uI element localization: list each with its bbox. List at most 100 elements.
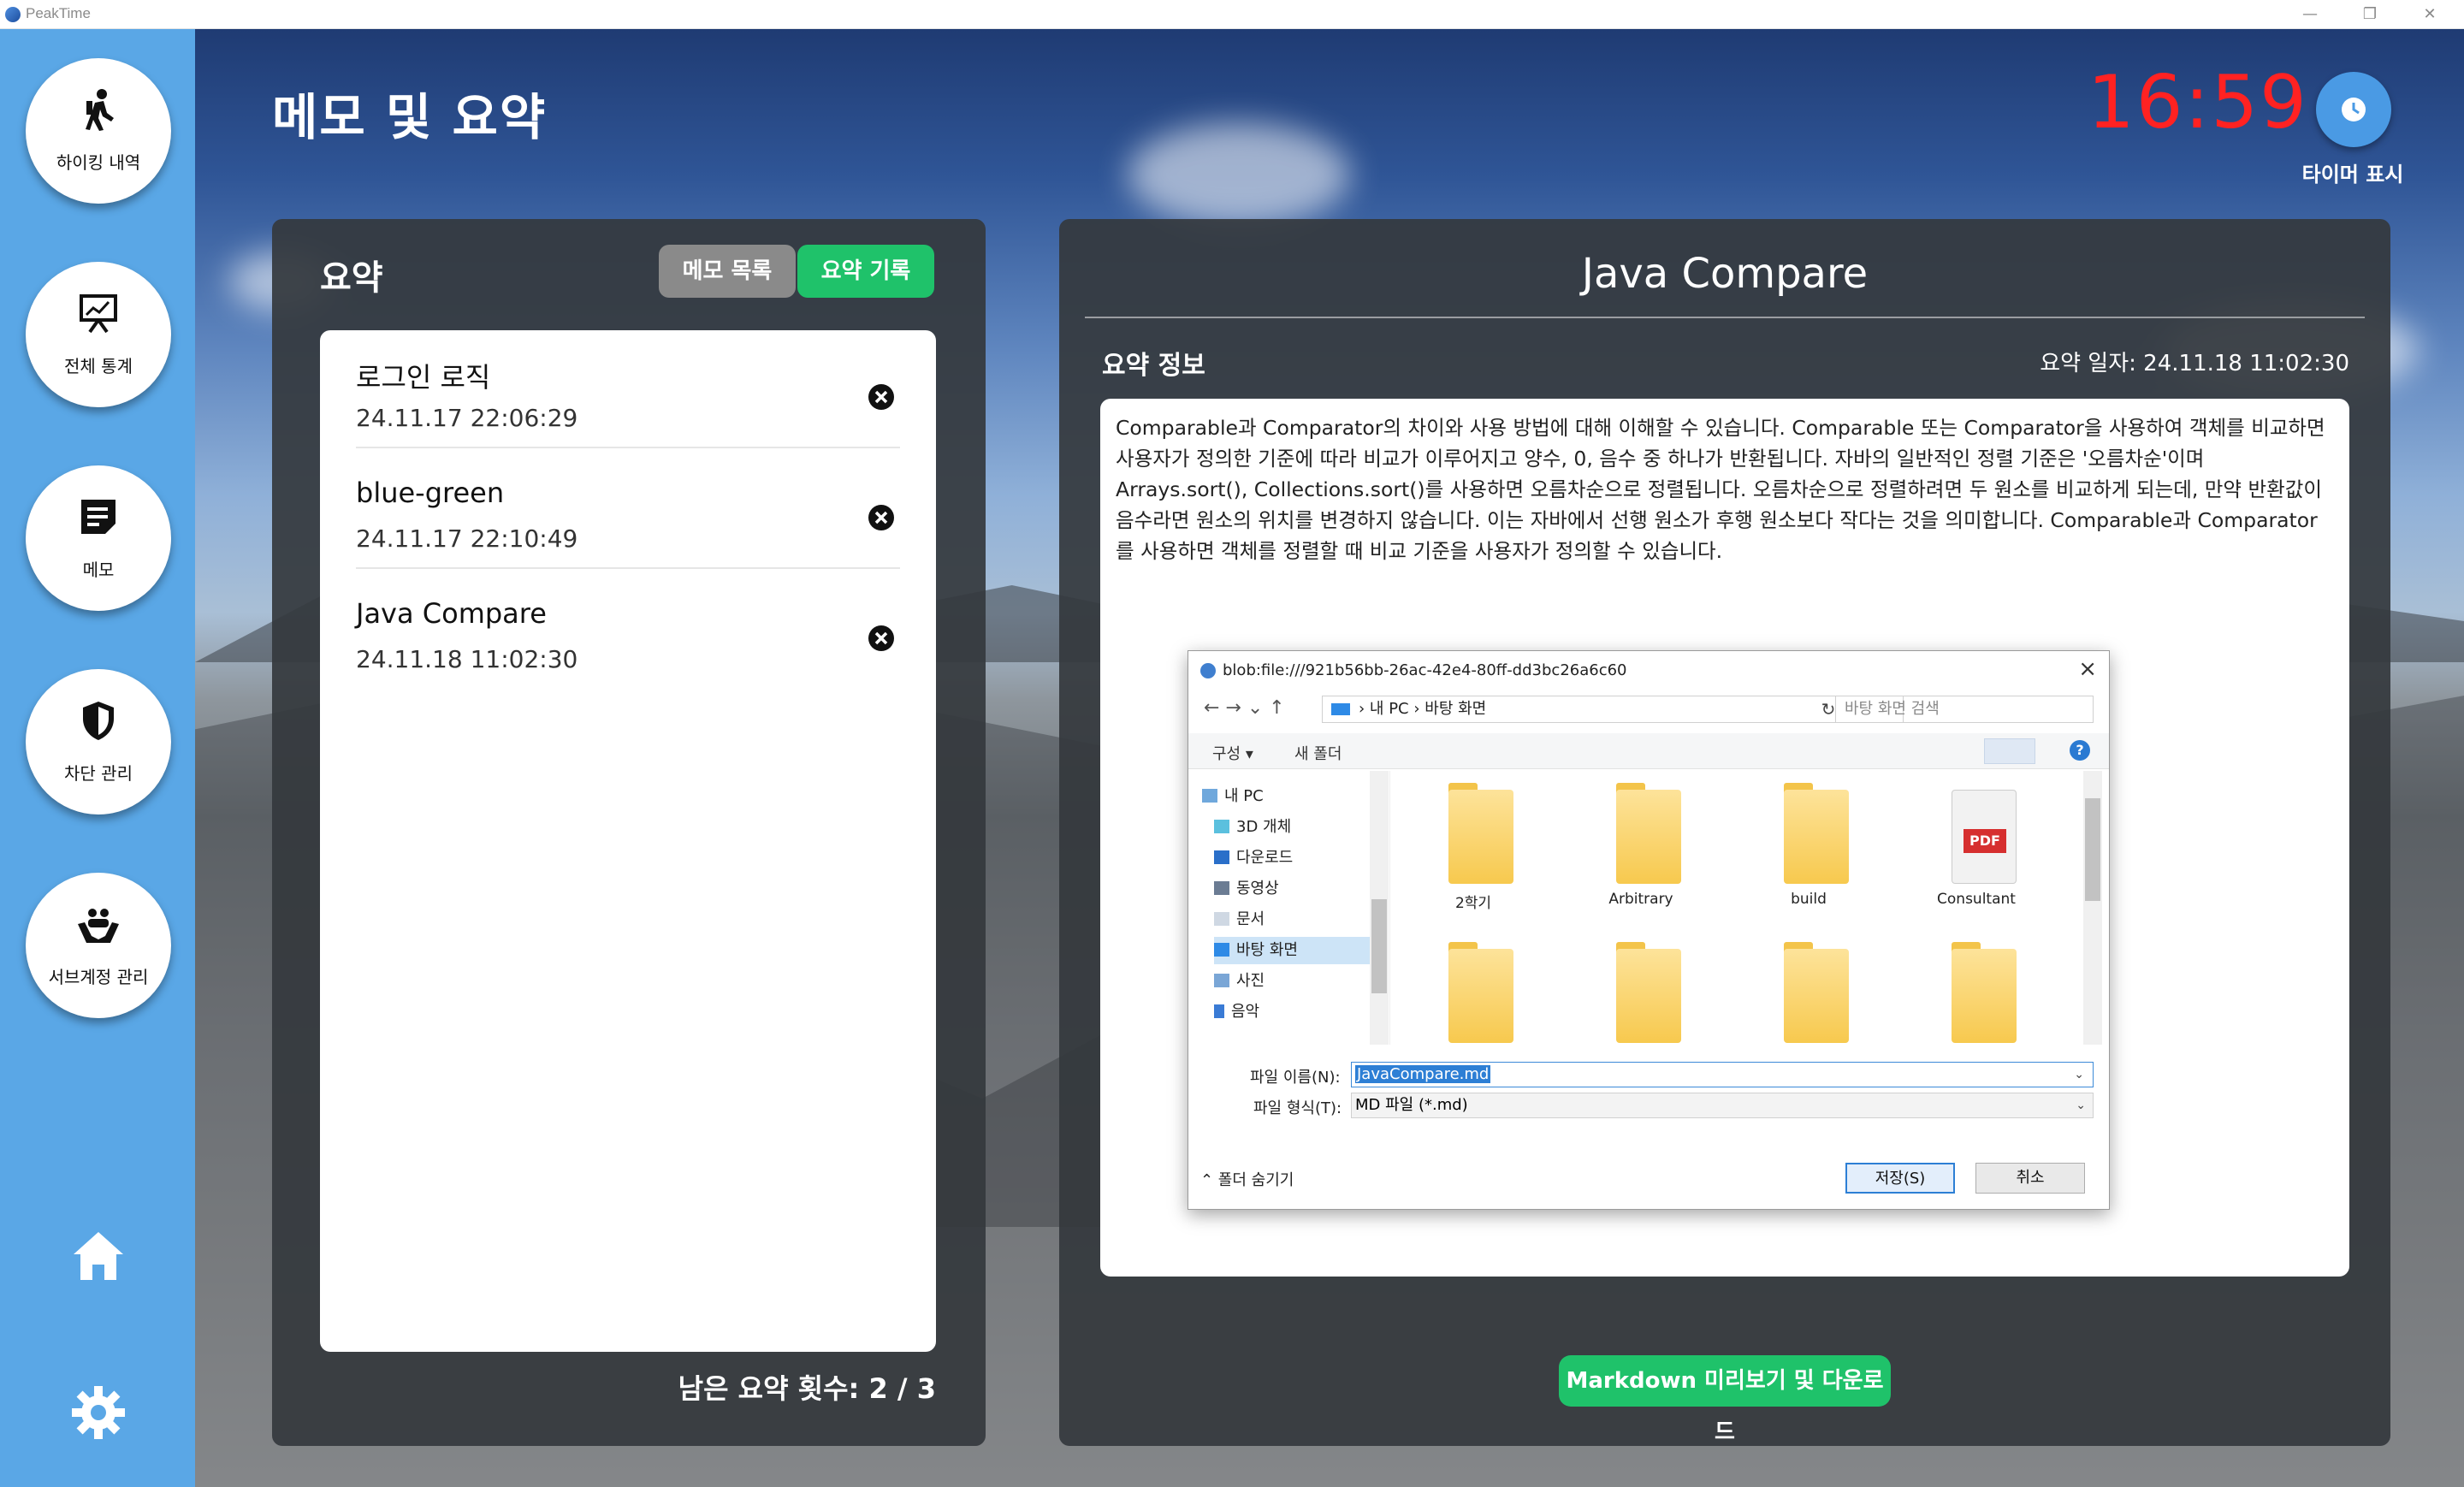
- file-label: 2학기: [1454, 895, 1492, 912]
- item-date: 24.11.17 22:10:49: [356, 524, 578, 553]
- home-icon[interactable]: [68, 1227, 128, 1287]
- tree-item-3d-objects[interactable]: 3D 개체: [1214, 814, 1389, 841]
- cube-icon: [1214, 820, 1229, 833]
- folder-icon: [1784, 790, 1849, 884]
- address-path: › 내 PC › 바탕 화면: [1359, 700, 1487, 718]
- folder-tree: 내 PC 3D 개체 다운로드 동영상 문서 바탕 화면 사진 음악: [1188, 771, 1390, 1045]
- help-icon[interactable]: ?: [2070, 740, 2090, 761]
- filetype-label: 파일 형식(T):: [1253, 1099, 1342, 1117]
- organize-button[interactable]: 구성 ▾: [1212, 742, 1253, 764]
- file-label: Consultant: [1937, 891, 2016, 908]
- picture-icon: [1214, 974, 1229, 987]
- nav-subaccount-manage[interactable]: 서브계정 관리: [26, 873, 171, 1018]
- computer-icon: [1202, 789, 1217, 803]
- tree-item-music[interactable]: 음악: [1214, 998, 1389, 1026]
- summary-date: 요약 일자: 24.11.18 11:02:30: [2040, 351, 2349, 376]
- gear-icon[interactable]: [68, 1383, 128, 1443]
- nav-label: 메모: [82, 560, 115, 580]
- nav-hiking-history[interactable]: 하이킹 내역: [26, 58, 171, 204]
- clock-icon: [2342, 98, 2366, 121]
- summary-content: Comparable과 Comparator의 차이와 사용 방법에 대해 이해…: [1116, 416, 2325, 563]
- list-item[interactable]: blue-green 24.11.17 22:10:49: [356, 451, 900, 569]
- search-input[interactable]: 바탕 화면 검색: [1835, 696, 2094, 723]
- dialog-close-button[interactable]: ×: [2078, 656, 2097, 682]
- app-title: PeakTime: [26, 5, 91, 21]
- nav-total-stats[interactable]: 전체 통계: [26, 262, 171, 407]
- summary-list: 로그인 로직 24.11.17 22:06:29 blue-green 24.1…: [320, 330, 936, 1352]
- tree-item-downloads[interactable]: 다운로드: [1214, 844, 1389, 872]
- list-item[interactable]: 로그인 로직 24.11.17 22:06:29: [356, 330, 900, 448]
- restore-button[interactable]: ❐: [2344, 0, 2396, 29]
- file-item[interactable]: Arbitrary: [1568, 771, 1714, 925]
- info-label: 요약 정보: [1102, 351, 1205, 381]
- desktop-icon: [1214, 943, 1229, 957]
- tree-item-my-pc[interactable]: 내 PC: [1202, 783, 1377, 810]
- file-item[interactable]: PDF Consultant: [1904, 771, 2049, 925]
- people-hands-icon: [78, 909, 119, 943]
- item-date: 24.11.17 22:06:29: [356, 404, 578, 432]
- save-button[interactable]: 저장(S): [1845, 1163, 1955, 1194]
- folder-icon: [1448, 790, 1513, 884]
- document-icon: [1214, 912, 1229, 926]
- tree-label: 문서: [1236, 910, 1265, 928]
- filename-label: 파일 이름(N):: [1250, 1069, 1341, 1087]
- filetype-select[interactable]: MD 파일 (*.md) ⌄: [1351, 1093, 2094, 1118]
- tree-item-pictures[interactable]: 사진: [1214, 968, 1389, 995]
- folder-icon: [1616, 949, 1681, 1043]
- filename-value: JavaCompare.md: [1355, 1065, 1491, 1083]
- file-item[interactable]: build: [1736, 771, 1881, 925]
- delete-icon[interactable]: [868, 504, 895, 531]
- shield-icon: [83, 702, 114, 740]
- tree-item-documents[interactable]: 문서: [1214, 906, 1389, 933]
- list-item[interactable]: Java Compare 24.11.18 11:02:30: [356, 572, 900, 690]
- file-item[interactable]: 2학기: [1401, 771, 1546, 925]
- tree-label: 동영상: [1236, 880, 1279, 898]
- item-title: 로그인 로직: [356, 361, 491, 394]
- item-title: Java Compare: [356, 597, 547, 630]
- file-label: Arbitrary: [1608, 891, 1673, 908]
- new-folder-button[interactable]: 새 폴더: [1294, 742, 1342, 764]
- divider: [1085, 317, 2365, 318]
- title-bar: PeakTime — ❐ ✕: [0, 0, 2464, 29]
- file-label: build: [1791, 891, 1827, 908]
- nav-label: 차단 관리: [64, 763, 133, 784]
- nav-memo[interactable]: 메모: [26, 465, 171, 611]
- folder-icon: [1784, 949, 1849, 1043]
- file-item[interactable]: [1736, 930, 1881, 1045]
- tree-item-videos[interactable]: 동영상: [1214, 875, 1389, 903]
- document-title: Java Compare: [1581, 250, 1869, 298]
- view-options-icon[interactable]: [1984, 738, 2035, 764]
- navigation-arrows[interactable]: ← → ⌄ ↑: [1204, 697, 1285, 719]
- nav-label: 서브계정 관리: [48, 967, 149, 987]
- tab-summary-history[interactable]: 요약 기록: [797, 245, 934, 298]
- pdf-badge: PDF: [1964, 829, 2006, 853]
- item-date: 24.11.18 11:02:30: [356, 645, 578, 673]
- cancel-button[interactable]: 취소: [1975, 1163, 2085, 1194]
- tree-label: 내 PC: [1224, 787, 1264, 805]
- filename-input[interactable]: JavaCompare.md ⌄: [1351, 1062, 2094, 1087]
- summary-list-panel: 요약 메모 목록 요약 기록 로그인 로직 24.11.17 22:06:29 …: [272, 219, 986, 1446]
- delete-icon[interactable]: [868, 383, 895, 411]
- minimize-button[interactable]: —: [2284, 0, 2336, 29]
- folder-icon: [1952, 949, 2017, 1043]
- tab-memo-list[interactable]: 메모 목록: [659, 245, 796, 298]
- save-file-dialog: blob:file:///921b56bb-26ac-42e4-80ff-dd3…: [1188, 650, 2110, 1210]
- tree-label: 음악: [1231, 1003, 1260, 1021]
- folder-icon: [1616, 790, 1681, 884]
- timer-label: 타이머 표시: [2301, 163, 2404, 187]
- hide-folders-toggle[interactable]: ⌃ 폴더 숨기기: [1200, 1168, 1294, 1190]
- chevron-down-icon: ⌄: [2076, 1099, 2086, 1112]
- markdown-download-button[interactable]: Markdown 미리보기 및 다운로드: [1559, 1355, 1891, 1445]
- timer-toggle-button[interactable]: [2316, 72, 2391, 147]
- file-item[interactable]: [1568, 930, 1714, 1045]
- file-item[interactable]: [1401, 930, 1546, 1045]
- clock-display: 16:59: [2088, 60, 2308, 145]
- delete-icon[interactable]: [868, 625, 895, 652]
- nav-block-manage[interactable]: 차단 관리: [26, 669, 171, 815]
- file-item[interactable]: [1904, 930, 2049, 1045]
- close-window-button[interactable]: ✕: [2404, 0, 2455, 29]
- tree-item-desktop[interactable]: 바탕 화면: [1214, 937, 1389, 964]
- file-grid-scroll-thumb[interactable]: [2085, 798, 2100, 901]
- music-icon: [1214, 1004, 1224, 1018]
- tree-scroll-thumb[interactable]: [1371, 899, 1387, 993]
